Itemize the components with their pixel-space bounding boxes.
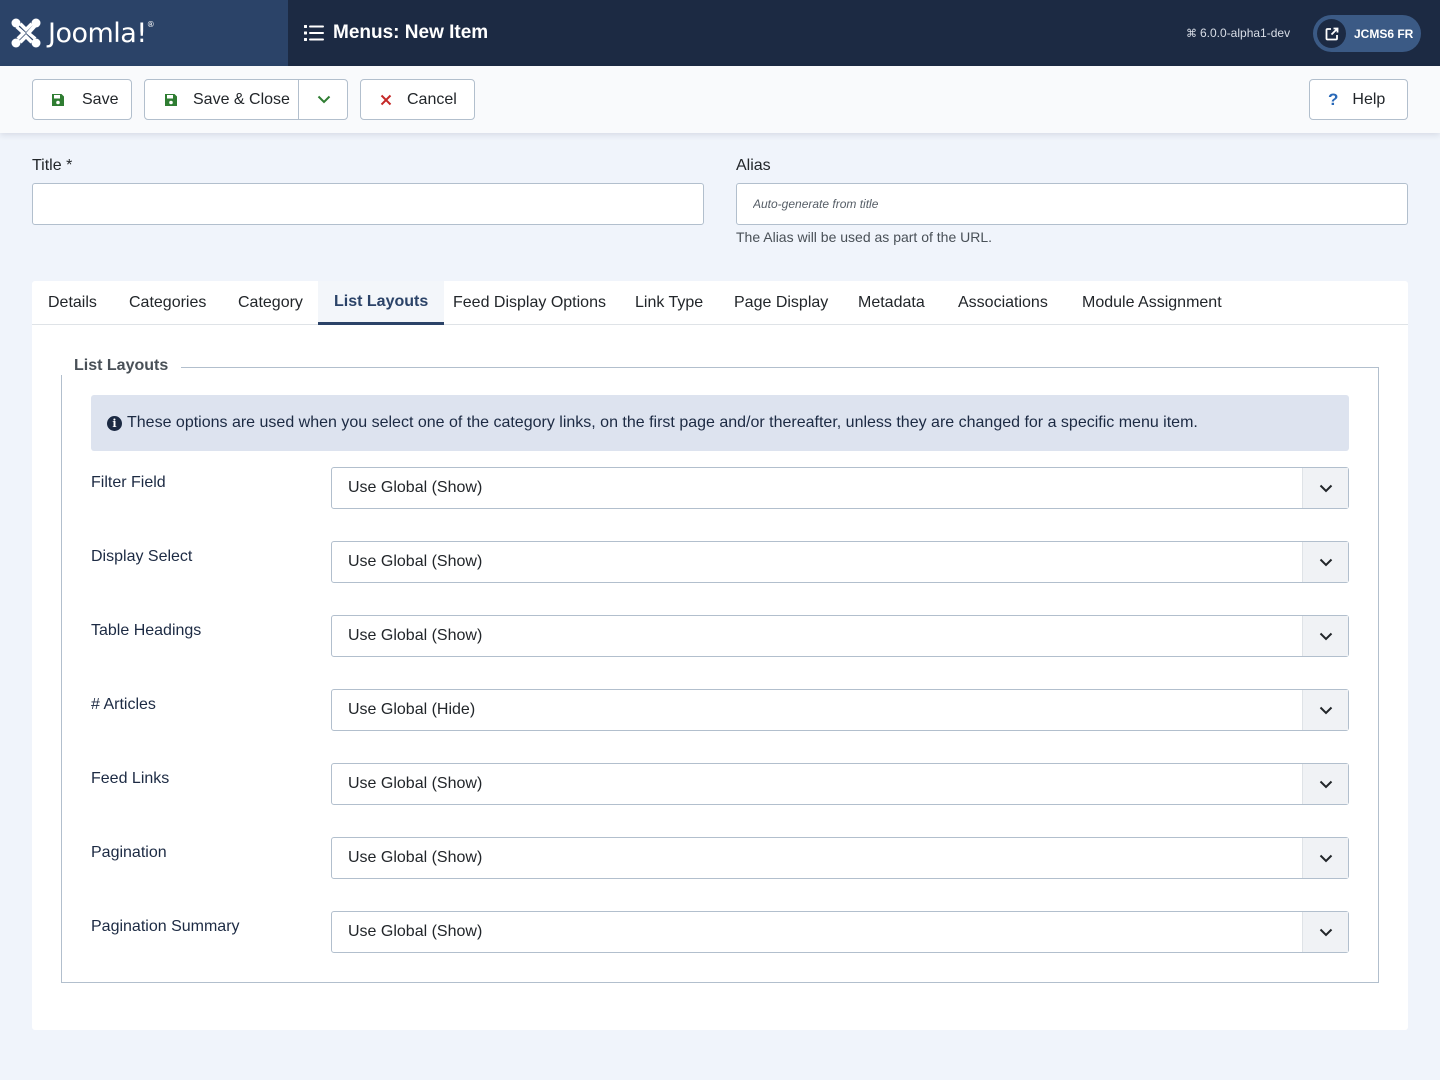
chevron-down-icon <box>1302 468 1348 508</box>
tab-categories[interactable]: Categories <box>113 281 222 325</box>
tab-metadata[interactable]: Metadata <box>842 281 941 325</box>
cancel-label: Cancel <box>407 90 457 108</box>
table-headings-select[interactable]: Use Global (Show) <box>331 615 1349 657</box>
display-select-select[interactable]: Use Global (Show) <box>331 541 1349 583</box>
select-value: Use Global (Show) <box>348 849 483 866</box>
alias-label: Alias <box>736 157 771 174</box>
save-options-dropdown-toggle[interactable] <box>298 80 348 119</box>
chevron-down-icon <box>1302 616 1348 656</box>
toolbar: Save Save & Close Cancel ? Help <box>0 66 1440 133</box>
tab-feed-display-options[interactable]: Feed Display Options <box>437 281 622 325</box>
chevron-down-icon <box>317 95 330 104</box>
display-select-label: Display Select <box>91 548 193 565</box>
list-layouts-fieldset <box>61 367 1379 983</box>
tab-list-layouts[interactable]: List Layouts <box>318 281 445 325</box>
feed-links-select[interactable]: Use Global (Show) <box>331 763 1349 805</box>
table-headings-label: Table Headings <box>91 622 202 639</box>
logo-area[interactable]: Joomla!® <box>0 0 288 66</box>
info-alert: i These options are used when you select… <box>91 395 1349 451</box>
select-value: Use Global (Show) <box>348 553 483 570</box>
tab-module-assignment[interactable]: Module Assignment <box>1066 281 1238 325</box>
filter-field-label: Filter Field <box>91 474 166 491</box>
alias-hint: The Alias will be used as part of the UR… <box>736 229 993 245</box>
tab-page-display[interactable]: Page Display <box>718 281 844 325</box>
pagination-select[interactable]: Use Global (Show) <box>331 837 1349 879</box>
cancel-button[interactable]: Cancel <box>360 79 475 120</box>
tab-link-type[interactable]: Link Type <box>619 281 719 325</box>
pagination-summary-select[interactable]: Use Global (Show) <box>331 911 1349 953</box>
articles-count-select[interactable]: Use Global (Hide) <box>331 689 1349 731</box>
list-icon <box>304 25 324 41</box>
articles-count-label: # Articles <box>91 696 156 713</box>
top-header: Joomla!® Menus: New Item ⌘ 6.0.0-alpha1-… <box>0 0 1440 66</box>
version-text: 6.0.0-alpha1-dev <box>1200 26 1291 40</box>
page-title: Menus: New Item <box>333 22 489 43</box>
trademark-mark: ® <box>146 19 155 29</box>
title-label: Title * <box>32 157 73 174</box>
tab-category[interactable]: Category <box>222 281 319 325</box>
view-site-button[interactable]: JCMS6 FR <box>1313 15 1421 52</box>
close-icon <box>380 94 392 106</box>
filter-field-select[interactable]: Use Global (Show) <box>331 467 1349 509</box>
select-value: Use Global (Show) <box>348 923 483 940</box>
site-name: JCMS6 FR <box>1354 26 1414 41</box>
question-icon: ? <box>1328 89 1339 109</box>
tab-associations[interactable]: Associations <box>942 281 1064 325</box>
chevron-down-icon <box>1302 764 1348 804</box>
floppy-disk-icon <box>164 93 178 107</box>
pagination-summary-label: Pagination Summary <box>91 918 240 935</box>
logo-text: Joomla!® <box>48 17 155 49</box>
version-info: ⌘ 6.0.0-alpha1-dev <box>1186 26 1290 40</box>
fieldset-legend: List Layouts <box>61 357 182 375</box>
info-circle-icon: i <box>107 415 122 431</box>
joomla-small-icon: ⌘ <box>1186 27 1197 40</box>
help-label: Help <box>1352 90 1386 108</box>
save-close-button[interactable]: Save & Close <box>145 80 299 119</box>
tab-details[interactable]: Details <box>32 281 113 325</box>
floppy-disk-icon <box>51 93 65 107</box>
save-close-button-group: Save & Close <box>144 79 348 120</box>
select-value: Use Global (Show) <box>348 479 483 496</box>
info-text: These options are used when you select o… <box>127 414 1198 431</box>
chevron-down-icon <box>1302 542 1348 582</box>
external-link-icon <box>1317 19 1346 48</box>
page-heading: Menus: New Item <box>304 0 488 66</box>
tab-bar: Details Categories Category List Layouts… <box>32 281 1408 325</box>
feed-links-label: Feed Links <box>91 770 170 787</box>
select-value: Use Global (Show) <box>348 775 483 792</box>
title-input[interactable] <box>49 197 687 211</box>
select-value: Use Global (Hide) <box>348 701 476 718</box>
select-value: Use Global (Show) <box>348 627 483 644</box>
save-label: Save <box>82 90 119 108</box>
title-field[interactable] <box>32 183 704 225</box>
alias-input[interactable] <box>753 197 1391 211</box>
joomla-logo-icon <box>11 18 41 48</box>
save-close-label: Save & Close <box>193 90 290 108</box>
chevron-down-icon <box>1302 912 1348 952</box>
help-button[interactable]: ? Help <box>1309 79 1408 120</box>
pagination-label: Pagination <box>91 844 167 861</box>
chevron-down-icon <box>1302 838 1348 878</box>
chevron-down-icon <box>1302 690 1348 730</box>
save-button[interactable]: Save <box>32 79 132 120</box>
alias-field[interactable] <box>736 183 1408 225</box>
